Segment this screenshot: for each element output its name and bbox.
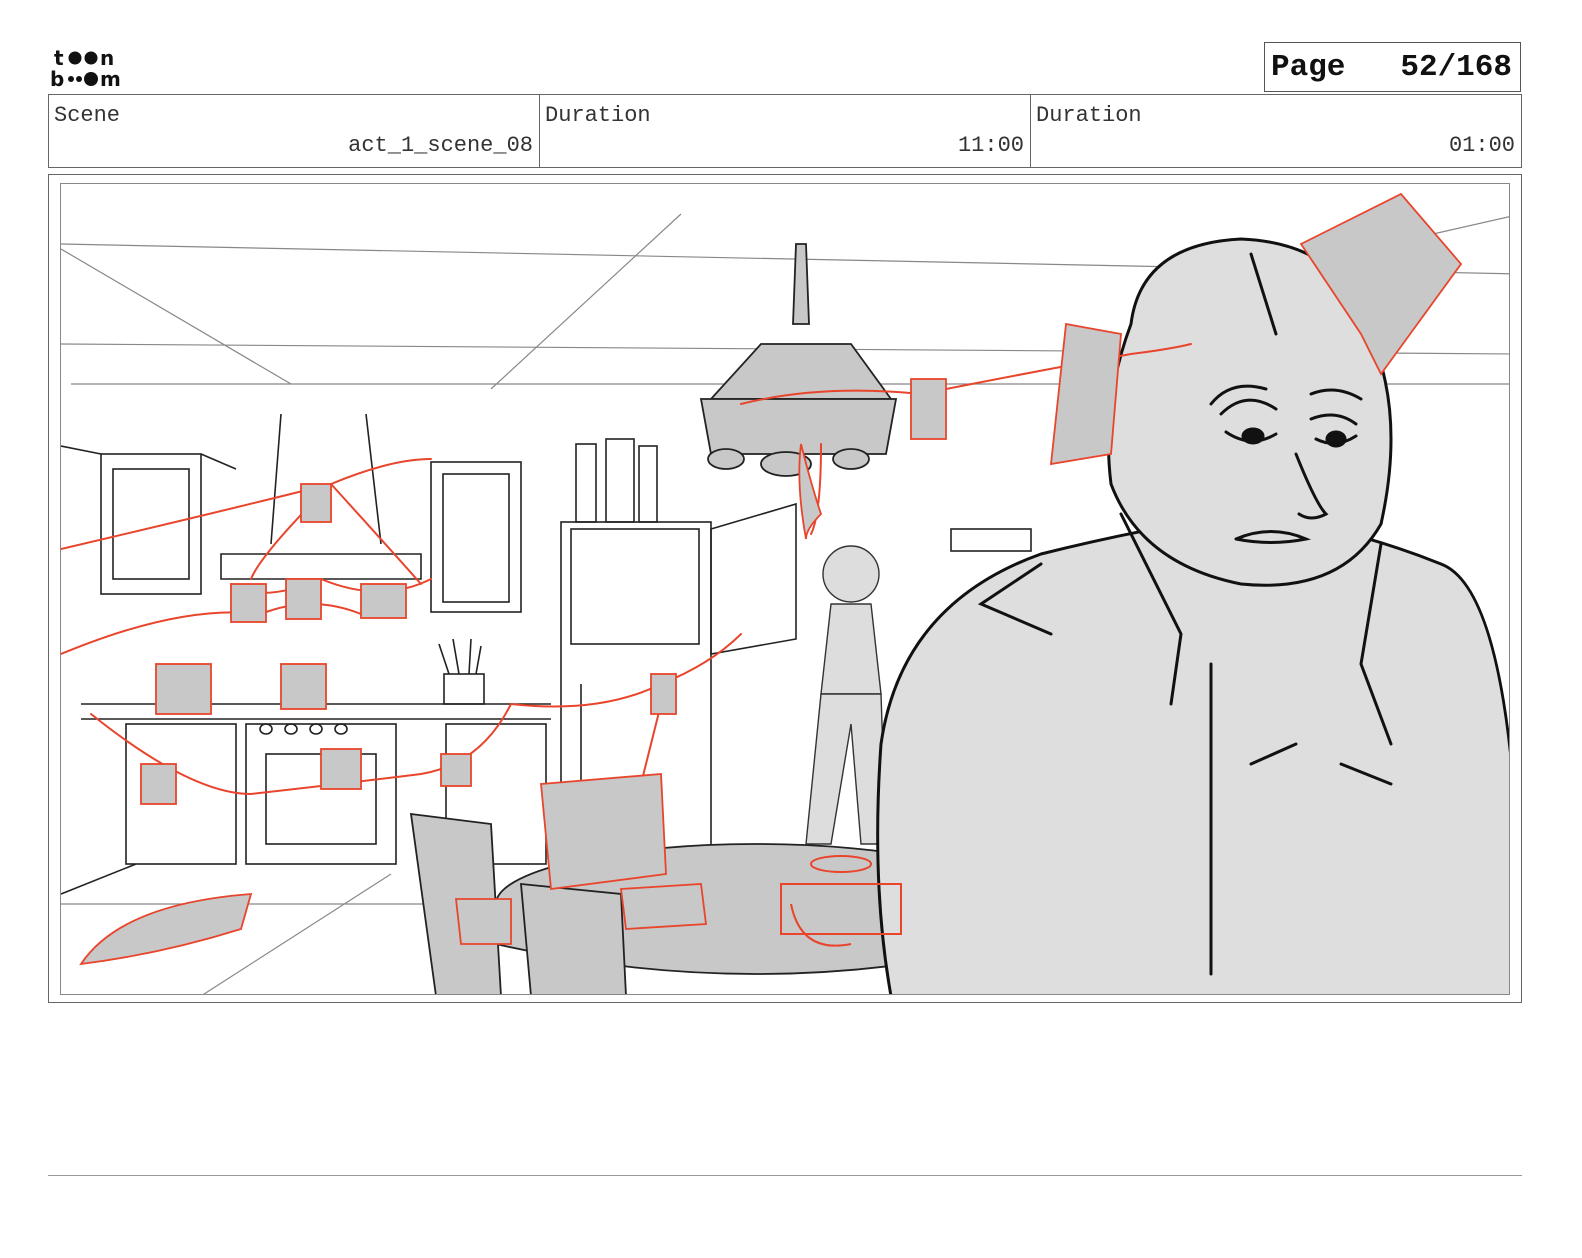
scene-value: act_1_scene_08 [348,133,533,158]
svg-text:m: m [100,67,121,90]
duration-value-2: 01:00 [1448,133,1515,158]
toonboom-logo: t n b m [48,46,128,90]
footer-divider [48,1175,1522,1176]
duration-label-1: Duration [545,103,651,128]
kitchen-sketch-illustration [61,192,1509,994]
duration-value-1: 11:00 [957,133,1024,158]
duration-cell-2: Duration 01:00 [1031,95,1521,167]
page-indicator: Page 52/168 [1264,42,1521,92]
duration-label-2: Duration [1036,103,1142,128]
page-label: Page [1271,49,1346,85]
scene-label: Scene [54,103,121,128]
duration-cell-1: Duration 11:00 [540,95,1031,167]
page-number: 52/168 [1400,49,1512,85]
storyboard-drawing [60,183,1510,995]
scene-cell: Scene act_1_scene_08 [49,95,540,167]
storyboard-panel [48,174,1522,1003]
panel-info-table: Scene act_1_scene_08 Duration 11:00 Dura… [48,94,1522,168]
svg-text:b: b [50,67,64,90]
